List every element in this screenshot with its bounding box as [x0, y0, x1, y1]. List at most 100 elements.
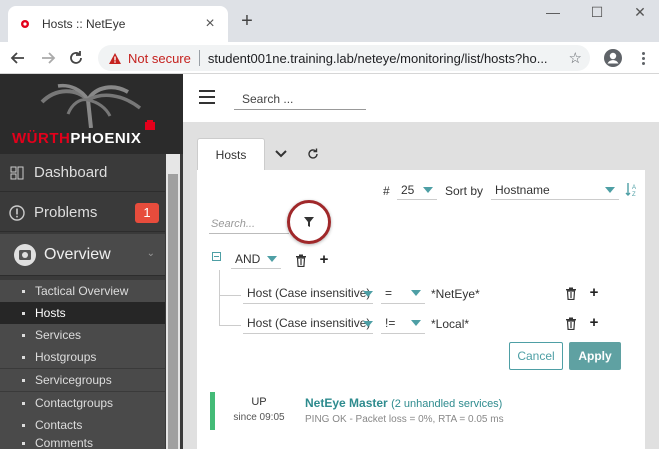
- trash-icon[interactable]: [295, 254, 307, 267]
- filter-toggle-button[interactable]: [287, 200, 331, 244]
- filter-column-value: Host (Case insensitive): [247, 286, 371, 300]
- limit-select[interactable]: 25: [397, 180, 437, 200]
- bookmark-star-icon[interactable]: ☆: [569, 49, 582, 67]
- browser-tab-title: Hosts :: NetEye: [42, 17, 126, 31]
- collapse-filter-icon[interactable]: [212, 252, 221, 261]
- url-text: student001ne.training.lab/neteye/monitor…: [207, 50, 548, 66]
- filter-operator-select[interactable]: AND: [231, 249, 281, 269]
- sidebar-scrollbar-thumb[interactable]: [168, 174, 178, 449]
- address-separator: [198, 50, 200, 66]
- problems-icon: [8, 204, 26, 222]
- maximize-icon[interactable]: ☐: [588, 4, 606, 20]
- sidebar-subitem-tactical-overview[interactable]: Tactical Overview: [0, 280, 165, 302]
- filter-column-select[interactable]: Host (Case insensitive): [243, 282, 373, 304]
- address-bar[interactable]: Not secure student001ne.training.lab/net…: [98, 45, 590, 71]
- minimize-icon[interactable]: —: [544, 4, 562, 20]
- sidebar-item-overview[interactable]: Overview ⌄: [0, 234, 165, 276]
- limit-label: #: [383, 184, 390, 198]
- filter-sign-select[interactable]: !=: [381, 312, 425, 334]
- sidebar-subitem-servicegroups[interactable]: Servicegroups: [0, 369, 165, 391]
- host-state-since: since 09:05: [233, 412, 285, 423]
- topbar: [183, 74, 659, 122]
- tree-branch: [219, 325, 241, 326]
- sidebar-item-label: Dashboard: [34, 164, 108, 181]
- filter-value[interactable]: *NetEye*: [431, 287, 480, 301]
- dashboard-icon: [8, 164, 26, 182]
- browser-menu-icon[interactable]: [637, 48, 649, 68]
- sidebar-subitem-hostgroups[interactable]: Hostgroups: [0, 346, 165, 368]
- filter-value[interactable]: *Local*: [431, 317, 469, 331]
- add-filter-group-icon[interactable]: +: [317, 252, 331, 267]
- sort-direction-icon[interactable]: AZ: [625, 182, 639, 198]
- palm-logo-icon: [40, 83, 142, 128]
- tree-connector: [219, 270, 220, 326]
- sidebar-item-label: Overview: [44, 245, 111, 263]
- cancel-button[interactable]: Cancel: [509, 342, 563, 370]
- limit-value: 25: [401, 183, 415, 197]
- trash-icon[interactable]: [565, 317, 577, 330]
- not-secure-indicator[interactable]: Not secure: [108, 51, 191, 66]
- tab-hosts[interactable]: Hosts: [197, 138, 265, 170]
- trash-icon[interactable]: [565, 287, 577, 300]
- host-state-label: UP: [251, 396, 267, 408]
- browser-toolbar: Not secure student001ne.training.lab/net…: [0, 42, 659, 74]
- table-row[interactable]: NetEye Master (2 unhandled services): [305, 396, 502, 410]
- filter-search-input[interactable]: [209, 214, 289, 234]
- reload-icon[interactable]: [66, 48, 86, 68]
- new-tab-icon[interactable]: +: [236, 10, 258, 32]
- logo-badge-icon: [145, 120, 155, 130]
- browser-tabstrip: Hosts :: NetEye × + — ☐ ✕: [0, 0, 659, 42]
- svg-text:Z: Z: [632, 192, 636, 198]
- warning-icon: [109, 52, 121, 64]
- unhandled-services-link[interactable]: (2 unhandled services): [391, 398, 502, 410]
- sort-by-label: Sort by: [445, 184, 484, 198]
- logo-wordmark: WÜRTHPHOENIX: [12, 130, 142, 147]
- host-name-link[interactable]: NetEye Master: [305, 396, 388, 410]
- neteye-favicon-icon: [18, 17, 32, 31]
- host-state-bar: [210, 392, 215, 430]
- sidebar-subitem-contacts[interactable]: Contacts: [0, 414, 165, 436]
- sidebar-subitem-services[interactable]: Services: [0, 324, 165, 346]
- problems-count-badge: 1: [135, 203, 159, 223]
- add-filter-icon[interactable]: +: [587, 315, 601, 330]
- sidebar-scrollbar[interactable]: [166, 154, 180, 449]
- apply-button[interactable]: Apply: [569, 342, 621, 370]
- sidebar-item-problems[interactable]: Problems 1: [0, 194, 165, 232]
- sort-by-select[interactable]: Hostname: [491, 180, 619, 200]
- back-icon[interactable]: [8, 48, 28, 68]
- filter-sign-value: =: [385, 286, 393, 300]
- sidebar-item-label: Problems: [34, 204, 98, 221]
- refresh-icon[interactable]: [297, 138, 329, 170]
- filter-operator-value: AND: [235, 252, 261, 266]
- overview-icon: [12, 242, 38, 268]
- operator-caret-icon: [267, 256, 277, 262]
- tab-dropdown-icon[interactable]: [265, 138, 297, 170]
- filter-column-select[interactable]: Host (Case insensitive): [243, 312, 373, 334]
- filter-sign-select[interactable]: =: [381, 282, 425, 304]
- sign-caret-icon: [411, 290, 421, 296]
- close-window-icon[interactable]: ✕: [631, 4, 649, 20]
- column-caret-icon: [363, 321, 373, 327]
- close-tab-icon[interactable]: ×: [202, 16, 218, 32]
- hamburger-menu-icon[interactable]: [199, 90, 215, 104]
- host-plugin-output: PING OK - Packet loss = 0%, RTA = 0.05 m…: [305, 414, 504, 425]
- add-filter-icon[interactable]: +: [587, 285, 601, 300]
- browser-tab[interactable]: Hosts :: NetEye ×: [8, 6, 228, 42]
- sort-by-value: Hostname: [495, 183, 550, 197]
- sidebar-item-dashboard[interactable]: Dashboard: [0, 154, 165, 192]
- forward-icon[interactable]: [38, 48, 58, 68]
- global-search-input[interactable]: [234, 88, 366, 110]
- wuerth-phoenix-logo[interactable]: WÜRTHPHOENIX: [0, 74, 183, 154]
- limit-caret-icon: [423, 187, 433, 193]
- sort-by-caret-icon: [605, 187, 615, 193]
- sidebar-subitem-contactgroups[interactable]: Contactgroups: [0, 392, 165, 414]
- sidebar-subitem-hosts[interactable]: Hosts: [0, 302, 165, 324]
- tree-branch: [219, 295, 241, 296]
- hosts-panel: # 25 Sort by Hostname AZ AND + Host (Cas: [197, 170, 645, 449]
- profile-avatar-icon[interactable]: [603, 48, 623, 68]
- sign-caret-icon: [411, 320, 421, 326]
- main-content: Hosts # 25 Sort by Hostname AZ AND: [183, 74, 659, 449]
- chevron-down-icon: ⌄: [146, 248, 155, 259]
- tab-bar: Hosts: [197, 138, 329, 170]
- sidebar-subitem-comments[interactable]: Comments: [0, 436, 165, 449]
